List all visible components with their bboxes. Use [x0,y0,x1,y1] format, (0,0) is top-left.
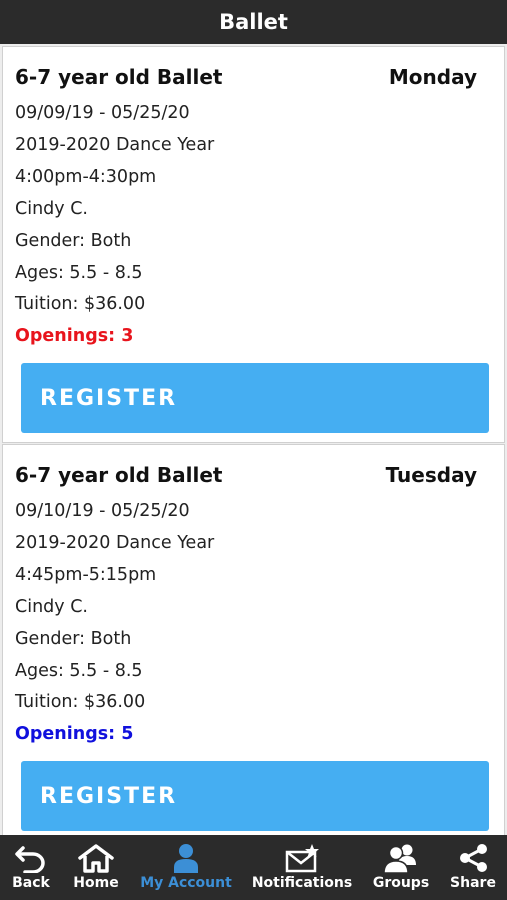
class-gender: Gender: Both [15,231,132,251]
class-list[interactable]: 6-7 year old Ballet Monday 09/09/19 - 05… [0,44,507,835]
class-card: 6-7 year old Ballet Monday 09/09/19 - 05… [2,46,505,443]
tab-label: Back [12,875,50,891]
class-tuition: Tuition: $36.00 [15,692,146,712]
class-time: 4:00pm-4:30pm [15,167,157,187]
class-day: Tuesday [385,463,477,487]
tab-label: Groups [372,875,430,891]
class-season: 2019-2020 Dance Year [15,135,215,155]
tab-back[interactable]: Back [8,835,54,900]
register-button[interactable]: REGISTER [21,761,489,831]
tab-my-account[interactable]: My Account [138,835,234,900]
class-tuition: Tuition: $36.00 [15,294,146,314]
tab-label: Notifications [251,875,353,891]
class-day: Monday [388,65,477,89]
class-time: 4:45pm-5:15pm [15,565,157,585]
app-header: Ballet [0,0,507,44]
tab-share[interactable]: Share [449,835,497,900]
tab-label: Home [73,875,119,891]
class-season: 2019-2020 Dance Year [15,533,215,553]
back-arrow-icon [15,846,45,873]
class-gender: Gender: Both [15,629,132,649]
class-dates: 09/10/19 - 05/25/20 [15,501,190,521]
share-icon [460,844,487,872]
class-ages: Ages: 5.5 - 8.5 [15,661,143,681]
register-button[interactable]: REGISTER [21,363,489,433]
class-instructor: Cindy C. [15,199,88,219]
tab-label: My Account [140,875,232,891]
class-title: 6-7 year old Ballet [15,463,223,487]
home-icon [78,844,114,873]
class-dates: 09/09/19 - 05/25/20 [15,103,190,123]
tab-groups[interactable]: Groups [371,835,431,900]
class-openings: Openings: 3 [15,326,134,346]
envelope-star-icon [285,844,319,873]
class-title: 6-7 year old Ballet [15,65,223,89]
bottom-tab-bar: Back Home My Account Notifications Group… [0,835,507,900]
class-instructor: Cindy C. [15,597,88,617]
tab-notifications[interactable]: Notifications [251,835,353,900]
tab-home[interactable]: Home [70,835,122,900]
class-ages: Ages: 5.5 - 8.5 [15,263,143,283]
page-title: Ballet [219,10,288,34]
class-openings: Openings: 5 [15,724,134,744]
tab-label: Share [450,875,496,891]
person-icon [174,844,198,873]
class-card: 6-7 year old Ballet Tuesday 09/10/19 - 0… [2,444,505,835]
group-icon [383,844,416,873]
